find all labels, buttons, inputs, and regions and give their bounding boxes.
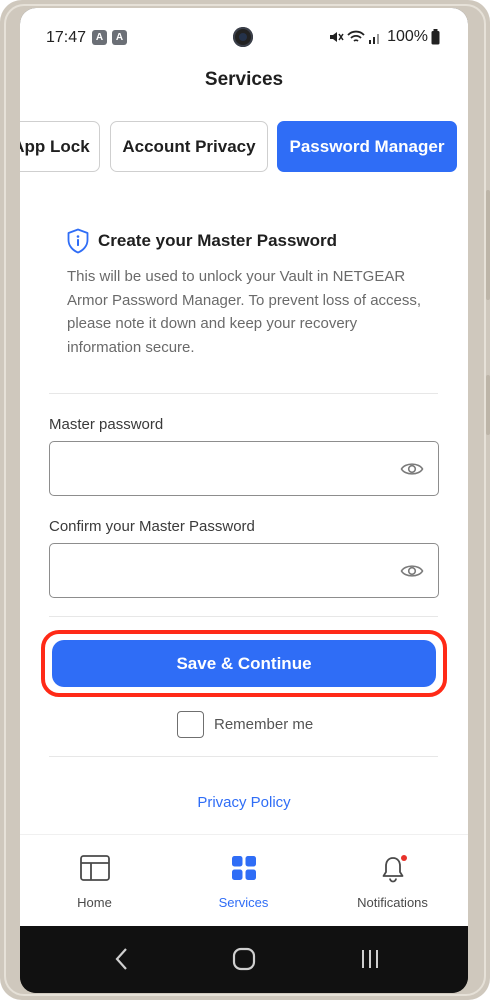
divider — [49, 393, 438, 394]
battery-percent: 100% — [387, 28, 428, 45]
app-badge-icon: A — [92, 30, 107, 45]
battery-icon — [431, 29, 440, 45]
status-time: 17:47 — [46, 29, 87, 46]
show-password-icon[interactable] — [400, 561, 424, 581]
intro-description: This will be used to unlock your Vault i… — [67, 268, 422, 356]
nav-label-services: Services — [218, 895, 269, 910]
remember-me-row[interactable]: Remember me — [177, 711, 313, 738]
nav-label-notifications: Notifications — [357, 895, 428, 910]
page-title: Services — [204, 69, 284, 90]
intro-title: Create your Master Password — [98, 231, 338, 250]
intro-heading: Create your Master Password — [66, 228, 337, 254]
status-icons: 100% — [328, 28, 440, 46]
system-nav-bar — [20, 926, 468, 993]
privacy-policy-link[interactable]: Privacy Policy — [20, 794, 468, 811]
bottom-nav: Home Services Notifications — [20, 834, 468, 926]
side-button — [486, 190, 490, 300]
master-password-field-container — [49, 441, 439, 496]
grid-icon — [231, 856, 256, 880]
confirm-password-field-container — [49, 543, 439, 598]
wifi-icon — [347, 30, 365, 42]
home-layout-icon — [79, 855, 110, 881]
home-button-icon[interactable] — [231, 945, 257, 973]
app-screen: 17:47 A A 100% Services App Lock Account… — [20, 8, 468, 926]
show-password-icon[interactable] — [400, 459, 424, 479]
nav-item-services[interactable]: Services — [169, 835, 318, 927]
signal-icon — [369, 34, 380, 44]
service-tabs: App Lock Account Privacy Password Manage… — [20, 121, 468, 173]
tab-app-lock[interactable]: App Lock — [20, 121, 100, 172]
app-badge-icon: A — [112, 30, 127, 45]
divider — [49, 756, 438, 757]
front-camera — [233, 27, 253, 47]
nav-item-notifications[interactable]: Notifications — [318, 835, 467, 927]
tab-account-privacy[interactable]: Account Privacy — [110, 121, 268, 172]
remember-me-label: Remember me — [214, 716, 314, 733]
shield-info-icon — [67, 228, 89, 254]
status-bar: 17:47 A A 100% — [20, 8, 468, 56]
recent-apps-icon[interactable] — [358, 945, 382, 973]
phone-screen: 17:47 A A 100% Services App Lock Account… — [20, 8, 468, 993]
nav-label-home: Home — [77, 895, 112, 910]
master-password-label: Master password — [49, 416, 164, 433]
side-button — [486, 375, 490, 435]
notification-dot — [401, 855, 407, 861]
nav-item-home[interactable]: Home — [20, 835, 169, 927]
divider — [49, 616, 438, 617]
master-password-input[interactable] — [50, 442, 390, 495]
mute-icon — [330, 32, 344, 42]
remember-me-checkbox[interactable] — [177, 711, 204, 738]
phone-frame: 17:47 A A 100% Services App Lock Account… — [0, 0, 490, 1000]
save-continue-button[interactable]: Save & Continue — [52, 640, 436, 687]
confirm-password-label: Confirm your Master Password — [49, 518, 255, 535]
tab-password-manager[interactable]: Password Manager — [277, 121, 457, 172]
back-icon[interactable] — [112, 945, 132, 973]
confirm-password-input[interactable] — [50, 544, 390, 597]
